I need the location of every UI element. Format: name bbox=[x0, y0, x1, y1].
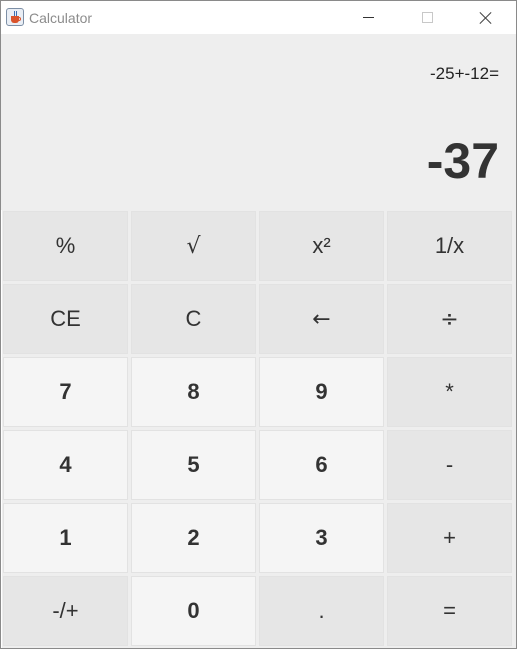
multiply-label: * bbox=[445, 379, 454, 404]
decimal-button[interactable]: . bbox=[259, 576, 384, 646]
backspace-icon: ← bbox=[312, 306, 331, 332]
digit-7-label: 7 bbox=[59, 379, 72, 404]
digit-4-button[interactable]: 4 bbox=[3, 430, 128, 500]
expression-label: -25+-12= bbox=[430, 64, 499, 83]
sqrt-label: √ bbox=[186, 233, 201, 259]
minimize-button[interactable] bbox=[340, 1, 398, 34]
digit-9-button[interactable]: 9 bbox=[259, 357, 384, 427]
digit-3-button[interactable]: 3 bbox=[259, 503, 384, 573]
digit-2-button[interactable]: 2 bbox=[131, 503, 256, 573]
equals-button[interactable]: = bbox=[387, 576, 512, 646]
title-bar[interactable]: Calculator bbox=[1, 1, 516, 34]
digit-9-label: 9 bbox=[315, 379, 328, 404]
sqrt-button[interactable]: √ bbox=[131, 211, 256, 281]
digit-4-label: 4 bbox=[59, 452, 72, 477]
minimize-icon bbox=[363, 17, 374, 18]
digit-3-label: 3 bbox=[315, 525, 328, 550]
digit-5-label: 5 bbox=[187, 452, 200, 477]
digit-6-label: 6 bbox=[315, 452, 328, 477]
subtract-label: - bbox=[445, 452, 454, 477]
reciprocal-button[interactable]: 1/x bbox=[387, 211, 512, 281]
divide-button[interactable]: ÷ bbox=[387, 284, 512, 354]
decimal-label: . bbox=[318, 598, 325, 623]
close-button[interactable] bbox=[457, 1, 515, 34]
close-icon bbox=[479, 11, 493, 25]
clear-label: C bbox=[185, 306, 202, 331]
digit-8-label: 8 bbox=[187, 379, 200, 404]
clear-button[interactable]: C bbox=[131, 284, 256, 354]
add-button[interactable]: + bbox=[387, 503, 512, 573]
calculator-window: Calculator -25+-12= -37 % √ x² 1/x CE C … bbox=[0, 0, 517, 649]
maximize-button[interactable] bbox=[398, 1, 456, 34]
subtract-button[interactable]: - bbox=[387, 430, 512, 500]
negate-label: -/+ bbox=[52, 598, 79, 623]
window-title: Calculator bbox=[29, 10, 93, 26]
maximize-icon bbox=[422, 12, 433, 23]
digit-0-button[interactable]: 0 bbox=[131, 576, 256, 646]
display-panel: -25+-12= -37 bbox=[1, 34, 516, 210]
java-app-icon[interactable] bbox=[6, 8, 24, 26]
digit-1-button[interactable]: 1 bbox=[3, 503, 128, 573]
reciprocal-label: 1/x bbox=[434, 233, 465, 258]
multiply-button[interactable]: * bbox=[387, 357, 512, 427]
percent-button[interactable]: % bbox=[3, 211, 128, 281]
digit-6-button[interactable]: 6 bbox=[259, 430, 384, 500]
result-label: -37 bbox=[426, 133, 499, 189]
square-label: x² bbox=[312, 233, 331, 258]
keypad: % √ x² 1/x CE C ← ÷ 7 8 9 * 4 5 6 - 1 2 … bbox=[2, 210, 516, 648]
clear-entry-button[interactable]: CE bbox=[3, 284, 128, 354]
digit-8-button[interactable]: 8 bbox=[131, 357, 256, 427]
digit-2-label: 2 bbox=[187, 525, 200, 550]
backspace-button[interactable]: ← bbox=[259, 284, 384, 354]
square-button[interactable]: x² bbox=[259, 211, 384, 281]
add-label: + bbox=[443, 525, 456, 550]
equals-label: = bbox=[443, 598, 456, 623]
percent-label: % bbox=[55, 233, 76, 258]
negate-button[interactable]: -/+ bbox=[3, 576, 128, 646]
digit-1-label: 1 bbox=[59, 525, 72, 550]
digit-0-label: 0 bbox=[187, 598, 200, 623]
digit-7-button[interactable]: 7 bbox=[3, 357, 128, 427]
clear-entry-label: CE bbox=[50, 306, 81, 331]
digit-5-button[interactable]: 5 bbox=[131, 430, 256, 500]
divide-label: ÷ bbox=[440, 306, 459, 332]
